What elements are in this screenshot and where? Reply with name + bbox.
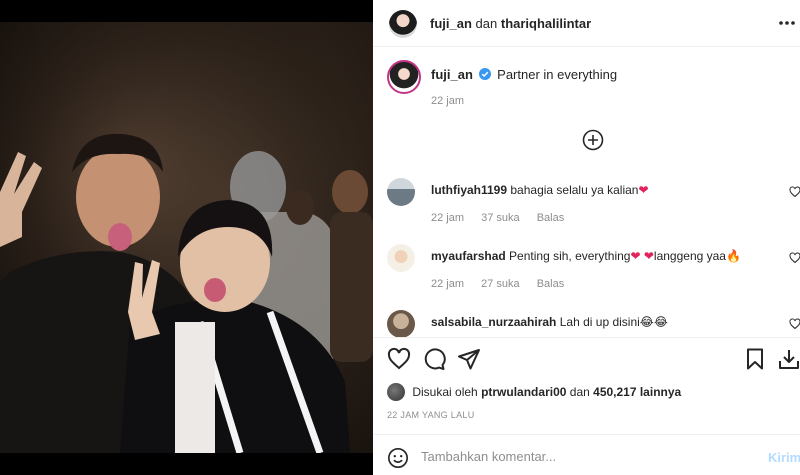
commenter-avatar[interactable]: [387, 244, 415, 272]
comment-emoji: ❤ ❤: [630, 249, 654, 263]
comment-icon[interactable]: [422, 347, 446, 371]
comment-meta: 22 jam 27 suka Balas: [431, 278, 578, 290]
comment-time: 22 jam: [431, 212, 465, 224]
plus-circle-icon[interactable]: [582, 129, 604, 151]
caption-time: 22 jam: [431, 95, 465, 107]
comment-body: bahagia selalu ya kalian: [510, 183, 639, 197]
caption-text: Partner in everything: [497, 67, 618, 82]
reply-button[interactable]: Balas: [537, 278, 565, 290]
comment-emoji: 😂😂: [639, 315, 668, 329]
likes-prefix: Disukai oleh: [412, 385, 478, 399]
comment-body: Penting sih, everything: [509, 249, 631, 263]
liker-avatar[interactable]: [387, 383, 405, 401]
header-usernames: fuji_an dan thariqhalilintar: [430, 16, 591, 31]
comment-text: luthfiyah1199 bahagia selalu ya kalian❤: [431, 183, 649, 197]
comment-body: Lah di up disini: [559, 315, 640, 329]
comment-emoji: ❤: [638, 183, 649, 197]
send-icon[interactable]: [457, 347, 481, 371]
post-photo-illustration: [0, 22, 373, 453]
commenter-username[interactable]: myaufarshad: [431, 249, 506, 263]
comment-text: salsabila_nurzaahirah Lah di up disini😂😂: [431, 315, 668, 329]
comment-text: myaufarshad Penting sih, everything❤ ❤la…: [431, 249, 741, 263]
likes-summary: Disukai oleh ptrwulandari00 dan 450,217 …: [387, 383, 681, 401]
add-comment-bar: Kirim: [373, 434, 800, 475]
comment-like-heart-icon[interactable]: [789, 186, 800, 198]
comment-item: myaufarshad Penting sih, everything❤ ❤la…: [373, 244, 800, 304]
post-header: fuji_an dan thariqhalilintar: [373, 0, 800, 47]
posted-time[interactable]: 22 JAM YANG LALU: [387, 410, 475, 420]
comment-body-cont: langgeng yaa: [653, 249, 726, 263]
caption-line: fuji_an Partner in everything: [431, 67, 617, 82]
post-photo[interactable]: [0, 22, 373, 453]
comment-item: luthfiyah1199 bahagia selalu ya kalian❤ …: [373, 178, 800, 238]
comment-likes[interactable]: 27 suka: [481, 278, 520, 290]
post-actions-bar: [373, 337, 800, 377]
comment-emoji-fire: 🔥: [725, 249, 741, 263]
comment-item: salsabila_nurzaahirah Lah di up disini😂😂: [373, 310, 800, 337]
comment-likes[interactable]: 37 suka: [481, 212, 520, 224]
post-comment-button[interactable]: Kirim: [768, 450, 800, 465]
caption-username[interactable]: fuji_an: [431, 67, 473, 82]
comment-meta: 22 jam 37 suka Balas: [431, 212, 578, 224]
more-horizontal-icon[interactable]: [777, 13, 797, 33]
comment-input[interactable]: [421, 444, 741, 468]
smiley-icon[interactable]: [387, 447, 409, 469]
heart-icon[interactable]: [387, 347, 411, 371]
author-username[interactable]: fuji_an: [430, 16, 472, 31]
backdrop-bottom: [0, 453, 373, 475]
commenter-username[interactable]: salsabila_nurzaahirah: [431, 315, 556, 329]
commenter-avatar[interactable]: [387, 310, 415, 337]
collaborator-username[interactable]: thariqhalilintar: [501, 16, 591, 31]
liker-username[interactable]: ptrwulandari00: [481, 385, 566, 399]
comment-time: 22 jam: [431, 278, 465, 290]
comment-like-heart-icon[interactable]: [789, 252, 800, 264]
caption-author-avatar[interactable]: [387, 60, 421, 94]
commenter-avatar[interactable]: [387, 178, 415, 206]
reply-button[interactable]: Balas: [537, 212, 565, 224]
likes-count[interactable]: 450,217 lainnya: [593, 385, 681, 399]
download-icon[interactable]: [777, 347, 800, 371]
commenter-username[interactable]: luthfiyah1199: [431, 183, 507, 197]
author-avatar[interactable]: [389, 10, 417, 38]
post-details-panel: fuji_an dan thariqhalilintar fuji_an Par…: [373, 0, 800, 475]
verified-badge-icon: [478, 68, 491, 80]
bookmark-icon[interactable]: [743, 347, 767, 371]
backdrop-top: [0, 0, 373, 22]
likes-joiner: dan: [569, 385, 590, 399]
header-joiner: dan: [475, 16, 498, 31]
comment-like-heart-icon[interactable]: [789, 318, 800, 330]
